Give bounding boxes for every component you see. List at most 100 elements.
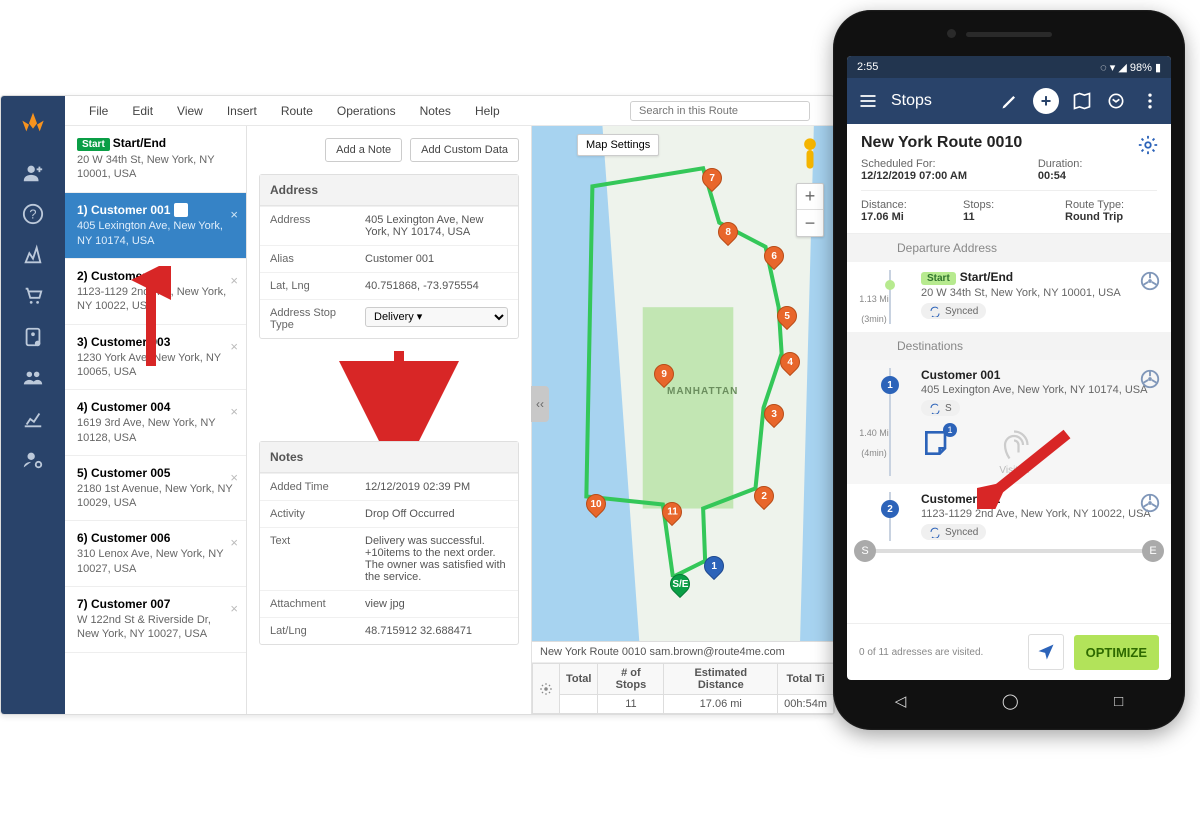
steering-icon[interactable] [1139, 368, 1161, 393]
map-marker[interactable]: 3 [764, 404, 784, 430]
refresh-icon[interactable] [1105, 90, 1127, 112]
map-marker[interactable]: S/E [670, 574, 690, 600]
menu-insert[interactable]: Insert [227, 104, 257, 118]
zoom-in-button[interactable]: + [797, 184, 823, 210]
help-icon[interactable]: ? [21, 202, 45, 226]
dist-header: Estimated Distance [664, 664, 778, 695]
map-marker[interactable]: 5 [777, 306, 797, 332]
visited-icon[interactable]: Visited [996, 427, 1032, 476]
map-marker[interactable]: 2 [754, 486, 774, 512]
map-marker[interactable]: 7 [702, 168, 722, 194]
progress-slider[interactable]: S E [865, 549, 1153, 553]
map-marker[interactable]: 6 [764, 246, 784, 272]
slider-end[interactable]: E [1142, 540, 1164, 562]
add-button[interactable]: + [1033, 88, 1059, 114]
scheduled-value: 12/12/2019 07:00 AM [861, 170, 967, 182]
sidebar: ? [1, 96, 65, 714]
remove-stop-icon[interactable]: × [230, 404, 238, 419]
mobile-device: 2:55 ◌ ▾ ◢ 98% ▮ Stops + New York Route … [833, 10, 1185, 730]
stop-item[interactable]: 7) Customer 007W 122nd St & Riverside Dr… [65, 587, 246, 653]
map-marker[interactable]: 1 [704, 556, 724, 582]
app-logo [15, 108, 51, 144]
stop-item[interactable]: 3) Customer 0031230 York Ave, New York, … [65, 325, 246, 391]
start-address: 20 W 34th St, New York, NY 10001, USA [921, 287, 1161, 299]
attachment-link[interactable]: view jpg [355, 591, 518, 618]
app-bar: Stops + [847, 78, 1171, 124]
recent-button[interactable]: □ [1114, 693, 1123, 710]
map-marker[interactable]: 11 [662, 502, 682, 528]
mobile-stop-address: 1123-1129 2nd Ave, New York, NY 10022, U… [921, 508, 1161, 520]
notes-card-title: Notes [260, 442, 518, 473]
pegman-icon[interactable] [796, 136, 824, 172]
menu-file[interactable]: File [89, 104, 108, 118]
mobile-stop-1[interactable]: 11.40 Mi(4min) Customer 001 405 Lexingto… [847, 360, 1171, 484]
total-label: Total [560, 664, 598, 695]
menu-route[interactable]: Route [281, 104, 313, 118]
search-input[interactable] [630, 101, 810, 121]
map-settings-button[interactable]: Map Settings [577, 134, 659, 156]
stop-item[interactable]: 1) Customer 001405 Lexington Ave, New Yo… [65, 193, 246, 259]
menu-operations[interactable]: Operations [337, 104, 396, 118]
mobile-stop-2[interactable]: 2 Customer 002 1123-1129 2nd Ave, New Yo… [847, 484, 1171, 549]
speaker-grille [966, 32, 1052, 37]
add-user-icon[interactable] [21, 161, 45, 185]
sync-badge: Synced [921, 303, 986, 319]
dist-value: 17.06 mi [664, 695, 778, 714]
remove-stop-icon[interactable]: × [230, 535, 238, 550]
panel-collapse-handle[interactable]: ‹‹ [531, 386, 549, 422]
edit-icon[interactable] [999, 90, 1021, 112]
add-custom-data-button[interactable]: Add Custom Data [410, 138, 519, 162]
routes-icon[interactable] [21, 243, 45, 267]
remove-stop-icon[interactable]: × [230, 339, 238, 354]
team-icon[interactable] [21, 366, 45, 390]
locate-button[interactable] [1028, 634, 1064, 670]
back-button[interactable]: ◁ [895, 692, 907, 710]
user-settings-icon[interactable] [21, 448, 45, 472]
map-footer: New York Route 0010 sam.brown@route4me.c… [532, 641, 834, 714]
stop-item[interactable]: StartStart/End20 W 34th St, New York, NY… [65, 126, 246, 193]
route-settings-icon[interactable] [1137, 134, 1159, 159]
scheduled-label: Scheduled For: [861, 158, 936, 170]
stop-item[interactable]: 4) Customer 0041619 3rd Ave, New York, N… [65, 390, 246, 456]
menu-notes[interactable]: Notes [420, 104, 451, 118]
note-icon[interactable]: 1 [921, 427, 953, 462]
slider-start[interactable]: S [854, 540, 876, 562]
more-icon[interactable] [1139, 90, 1161, 112]
map-panel[interactable]: Map Settings + − ‹‹ 7896543101121S/E MAN… [532, 126, 834, 714]
menu-bar: File Edit View Insert Route Operations N… [65, 96, 834, 126]
steering-icon[interactable] [1139, 270, 1161, 295]
status-bar: 2:55 ◌ ▾ ◢ 98% ▮ [847, 56, 1171, 78]
mobile-stops-body[interactable]: Departure Address 1.13 Mi(3min) StartSta… [847, 234, 1171, 623]
stop-item[interactable]: 2) Customer 0021123-1129 2nd Ave, New Yo… [65, 259, 246, 325]
mobile-stop-start[interactable]: 1.13 Mi(3min) StartStart/End 20 W 34th S… [847, 262, 1171, 332]
hamburger-icon[interactable] [857, 90, 879, 112]
analytics-icon[interactable] [21, 407, 45, 431]
stop-item[interactable]: 5) Customer 0052180 1st Avenue, New York… [65, 456, 246, 522]
optimize-button[interactable]: OPTIMIZE [1074, 635, 1159, 670]
steering-icon[interactable] [1139, 492, 1161, 517]
home-button[interactable]: ◯ [1002, 692, 1019, 710]
remove-stop-icon[interactable]: × [230, 601, 238, 616]
stops-header: # of Stops [598, 664, 664, 695]
stops-label: Stops: [963, 199, 994, 211]
remove-stop-icon[interactable]: × [230, 207, 238, 222]
stop-item[interactable]: 6) Customer 006310 Lenox Ave, New York, … [65, 521, 246, 587]
stop-type-select[interactable]: Delivery ▾ [365, 307, 508, 327]
menu-help[interactable]: Help [475, 104, 500, 118]
mobile-stop-title: Customer 001 [921, 368, 1161, 382]
map-icon[interactable] [1071, 90, 1093, 112]
remove-stop-icon[interactable]: × [230, 273, 238, 288]
menu-edit[interactable]: Edit [132, 104, 153, 118]
menu-view[interactable]: View [177, 104, 203, 118]
zoom-out-button[interactable]: − [797, 210, 823, 236]
svg-text:?: ? [29, 207, 36, 222]
distance-value: 17.06 Mi [861, 211, 904, 223]
map-marker[interactable]: 4 [780, 352, 800, 378]
remove-stop-icon[interactable]: × [230, 470, 238, 485]
add-note-button[interactable]: Add a Note [325, 138, 402, 162]
sync-badge: Synced [921, 524, 986, 540]
map-marker[interactable]: 8 [718, 222, 738, 248]
map-marker[interactable]: 10 [586, 494, 606, 520]
cart-icon[interactable] [21, 284, 45, 308]
address-book-icon[interactable] [21, 325, 45, 349]
